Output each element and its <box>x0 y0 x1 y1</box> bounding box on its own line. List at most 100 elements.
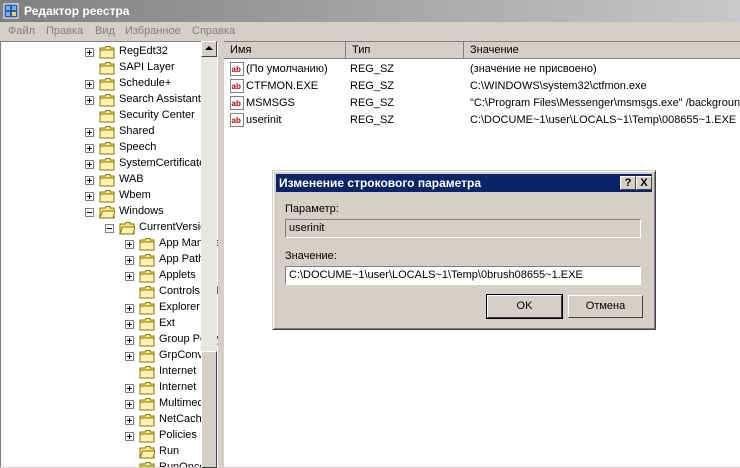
tree-item-label: SystemCertificates <box>119 157 211 169</box>
tree-item[interactable]: Run <box>1 444 201 460</box>
folder-icon <box>139 237 155 251</box>
expand-plus-icon[interactable] <box>125 384 134 393</box>
folder-icon <box>139 381 155 395</box>
folder-icon <box>99 141 115 155</box>
tree-item-label: Run <box>159 445 180 457</box>
tree-item[interactable]: CurrentVersion <box>1 220 212 236</box>
svg-text:ab: ab <box>232 82 241 91</box>
value-row[interactable]: ab CTFMON.EXE REG_SZ C:\WINDOWS\system32\ct… <box>224 78 740 95</box>
folder-icon <box>139 445 156 459</box>
cancel-button[interactable]: Отмена <box>568 295 643 318</box>
expand-plus-icon[interactable] <box>85 144 94 153</box>
folder-icon <box>139 413 155 427</box>
scroll-thumb[interactable] <box>201 351 217 468</box>
close-button[interactable]: X <box>636 176 652 190</box>
menu-favorites[interactable]: Избранное <box>125 25 181 37</box>
expand-plus-icon[interactable] <box>125 256 134 265</box>
expand-plus-icon[interactable] <box>85 192 94 201</box>
dialog-titlebar[interactable]: Изменение строкового параметра ? X <box>276 174 652 192</box>
tree-item[interactable]: RegEdt32 <box>1 44 201 60</box>
tree-item[interactable]: Internet <box>1 380 201 396</box>
tree-item[interactable]: App Paths <box>1 252 210 268</box>
edit-string-dialog: Изменение строкового параметра ? X Парам… <box>272 170 656 330</box>
tree-item[interactable]: SystemCertificates <box>1 156 211 172</box>
expand-plus-icon[interactable] <box>85 48 94 57</box>
folder-icon <box>99 77 115 91</box>
collapse-minus-icon[interactable] <box>85 208 94 217</box>
tree-item[interactable]: Applets <box>1 268 201 284</box>
expand-plus-icon[interactable] <box>125 304 134 313</box>
expand-plus-icon[interactable] <box>85 176 94 185</box>
value-data-field[interactable]: C:\DOCUME~1\user\LOCALS~1\Temp\0brush086… <box>285 266 641 285</box>
tree-item[interactable]: Schedule+ <box>1 76 201 92</box>
value-row[interactable]: ab userinit REG_SZ C:\DOCUME~1\user\LOCALS~… <box>224 112 740 129</box>
tree-item[interactable]: Controls Folder <box>1 284 219 300</box>
tree-item-label: Internet <box>159 381 197 393</box>
expand-plus-icon[interactable] <box>85 128 94 137</box>
expand-plus-icon[interactable] <box>125 272 134 281</box>
folder-icon <box>139 461 155 467</box>
param-name-field: userinit <box>285 219 641 238</box>
ok-button[interactable]: OK <box>486 294 563 319</box>
string-value-icon: ab <box>230 79 244 93</box>
tree-item-label: Explorer <box>159 301 200 313</box>
tree-item[interactable]: NetCache <box>1 412 208 428</box>
key-tree[interactable]: RegEdt32 SAPI Layer Schedule+ Search Assist… <box>0 41 219 467</box>
folder-icon <box>139 301 155 315</box>
expand-plus-icon[interactable] <box>85 160 94 169</box>
tree-item[interactable]: Wbem <box>1 188 201 204</box>
expand-plus-icon[interactable] <box>125 400 134 409</box>
folder-icon <box>139 269 155 283</box>
folder-icon <box>119 221 136 235</box>
tree-item[interactable]: Internet <box>1 364 201 380</box>
tree-item[interactable]: Ext <box>1 316 201 332</box>
tree-scrollbar[interactable] <box>201 41 217 468</box>
menu-edit[interactable]: Правка <box>46 25 83 37</box>
tree-item-label: Shared <box>119 125 155 137</box>
menu-help[interactable]: Справка <box>192 25 235 37</box>
expand-plus-icon[interactable] <box>125 336 134 345</box>
expand-plus-icon[interactable] <box>125 320 134 329</box>
expand-plus-icon[interactable] <box>85 80 94 89</box>
tree-item[interactable]: Group Policy <box>1 332 219 348</box>
value-row[interactable]: ab (По умолчанию) REG_SZ (значение не присв… <box>224 61 740 78</box>
help-button[interactable]: ? <box>620 176 636 190</box>
tree-item[interactable]: App Management <box>1 236 219 252</box>
tree-item[interactable]: Search Assistant <box>1 92 201 108</box>
window-titlebar[interactable]: Редактор реестра <box>0 0 740 22</box>
column-header-name[interactable]: Имя <box>224 42 346 59</box>
tree-item[interactable]: Shared <box>1 124 201 140</box>
value-row[interactable]: ab MSMSGS REG_SZ "C:\Program Files\Messenge… <box>224 95 740 112</box>
expand-plus-icon[interactable] <box>125 432 134 441</box>
tree-item[interactable]: Windows <box>1 204 201 220</box>
folder-icon <box>139 333 155 347</box>
expand-plus-icon[interactable] <box>85 96 94 105</box>
column-header-type[interactable]: Тип <box>346 42 464 59</box>
tree-item-label: Search Assistant <box>119 93 201 105</box>
tree-item-label: WAB <box>119 173 144 185</box>
tree-item-label: Windows <box>119 205 164 217</box>
tree-item[interactable]: WAB <box>1 172 201 188</box>
column-header-value[interactable]: Значение <box>464 42 740 59</box>
tree-item[interactable]: Multimedia <box>1 396 212 412</box>
collapse-minus-icon[interactable] <box>105 224 114 233</box>
value-type: REG_SZ <box>350 114 395 126</box>
menu-view[interactable]: Вид <box>95 25 115 37</box>
value-data: (значение не присвоено) <box>470 63 597 75</box>
tree-item[interactable]: Speech <box>1 140 201 156</box>
folder-icon <box>99 173 115 187</box>
expand-plus-icon[interactable] <box>125 240 134 249</box>
expand-plus-icon[interactable] <box>125 416 134 425</box>
dialog-title: Изменение строкового параметра <box>279 176 482 190</box>
tree-item[interactable]: Security Center <box>1 108 201 124</box>
expand-plus-icon[interactable] <box>125 352 134 361</box>
tree-item[interactable]: Explorer <box>1 300 201 316</box>
tree-item[interactable]: SAPI Layer <box>1 60 201 76</box>
menu-file[interactable]: Файл <box>8 25 35 37</box>
value-label: Значение: <box>285 250 337 262</box>
tree-item[interactable]: GrpConv <box>1 348 203 364</box>
folder-icon <box>99 93 115 107</box>
tree-item[interactable]: Policies <box>1 428 201 444</box>
folder-icon <box>99 189 115 203</box>
scroll-up-button[interactable] <box>201 41 217 57</box>
